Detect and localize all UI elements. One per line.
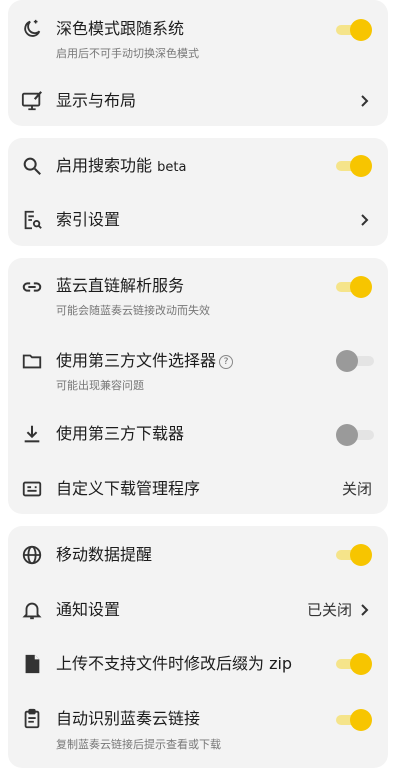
index-search-icon xyxy=(21,209,43,231)
settings-group-search: 启用搜索功能 beta 索引设置 xyxy=(8,138,388,246)
setting-file-picker[interactable]: 使用第三方文件选择器? 可能出现兼容问题 xyxy=(8,338,388,396)
setting-title: 使用第三方文件选择器? xyxy=(56,351,234,371)
setting-title: 移动数据提醒 xyxy=(56,545,153,564)
upload-suffix-toggle[interactable] xyxy=(336,653,372,675)
globe-icon xyxy=(21,544,43,566)
setting-auto-detect[interactable]: 自动识别蓝奏云链接 复制蓝奏云链接后提示查看或下载 xyxy=(8,692,388,768)
setting-value: 关闭 xyxy=(341,480,372,498)
bell-icon xyxy=(21,599,43,621)
settings-group-download: 蓝云直链解析服务 可能会随蓝奏云链接改动而失效 使用第三方文件选择器? 可能出现… xyxy=(8,258,388,514)
setting-title-text: 使用第三方文件选择器 xyxy=(56,351,217,370)
download-icon xyxy=(21,423,43,445)
setting-mobile-data[interactable]: 移动数据提醒 xyxy=(8,526,388,584)
setting-title: 启用搜索功能 beta xyxy=(56,156,186,178)
setting-title: 索引设置 xyxy=(56,210,121,229)
setting-direct-link[interactable]: 蓝云直链解析服务 可能会随蓝奏云链接改动而失效 xyxy=(8,258,388,326)
direct-link-toggle[interactable] xyxy=(336,276,372,298)
setting-title: 通知设置 xyxy=(56,600,121,619)
chevron-right-icon xyxy=(358,603,370,617)
chevron-right-icon xyxy=(358,213,370,227)
setting-subtitle: 可能会随蓝奏云链接改动而失效 xyxy=(56,304,210,317)
settings-group-misc: 移动数据提醒 通知设置 已关闭 上传不支持文件时修改后缀为 zip 自动识别蓝奏… xyxy=(8,526,388,768)
clipboard-icon xyxy=(21,708,43,730)
setting-title: 深色模式跟随系统 xyxy=(56,19,185,38)
auto-detect-toggle[interactable] xyxy=(336,709,372,731)
help-icon[interactable]: ? xyxy=(219,355,234,369)
moon-stars-icon xyxy=(21,18,43,40)
setting-title: 使用第三方下载器 xyxy=(56,424,185,443)
file-icon xyxy=(21,653,43,675)
setting-title: 自动识别蓝奏云链接 xyxy=(56,709,201,728)
folder-icon xyxy=(21,350,43,372)
setting-subtitle: 复制蓝奏云链接后提示查看或下载 xyxy=(56,738,221,751)
setting-title-text: 启用搜索功能 xyxy=(56,156,153,175)
dark-mode-toggle[interactable] xyxy=(336,19,372,41)
setting-enable-search[interactable]: 启用搜索功能 beta xyxy=(8,138,388,194)
card-icon xyxy=(21,478,43,500)
settings-group-display: 深色模式跟随系统 启用后不可手动切换深色模式 显示与布局 xyxy=(8,0,388,126)
setting-title: 上传不支持文件时修改后缀为 zip xyxy=(56,654,293,673)
setting-upload-suffix[interactable]: 上传不支持文件时修改后缀为 zip xyxy=(8,638,388,692)
setting-subtitle: 可能出现兼容问题 xyxy=(56,379,144,392)
search-toggle[interactable] xyxy=(336,155,372,177)
setting-dark-mode[interactable]: 深色模式跟随系统 启用后不可手动切换深色模式 xyxy=(8,0,388,66)
file-picker-toggle[interactable] xyxy=(336,350,374,372)
setting-third-party-downloader[interactable]: 使用第三方下载器 xyxy=(8,408,388,458)
beta-badge: beta xyxy=(157,160,187,175)
setting-notification[interactable]: 通知设置 已关闭 xyxy=(8,584,388,638)
chevron-right-icon xyxy=(358,94,370,108)
setting-title: 自定义下载管理程序 xyxy=(56,479,201,498)
setting-title: 蓝云直链解析服务 xyxy=(56,276,185,295)
link-icon xyxy=(21,276,43,298)
downloader-toggle[interactable] xyxy=(336,424,374,446)
setting-value: 已关闭 xyxy=(306,601,352,619)
search-icon xyxy=(21,155,43,177)
setting-index[interactable]: 索引设置 xyxy=(8,196,388,246)
setting-title: 显示与布局 xyxy=(56,91,137,110)
mobile-data-toggle[interactable] xyxy=(336,544,372,566)
monitor-brush-icon xyxy=(21,90,43,112)
setting-layout[interactable]: 显示与布局 xyxy=(8,76,388,126)
setting-download-manager[interactable]: 自定义下载管理程序 关闭 xyxy=(8,464,388,514)
setting-subtitle: 启用后不可手动切换深色模式 xyxy=(56,47,199,60)
